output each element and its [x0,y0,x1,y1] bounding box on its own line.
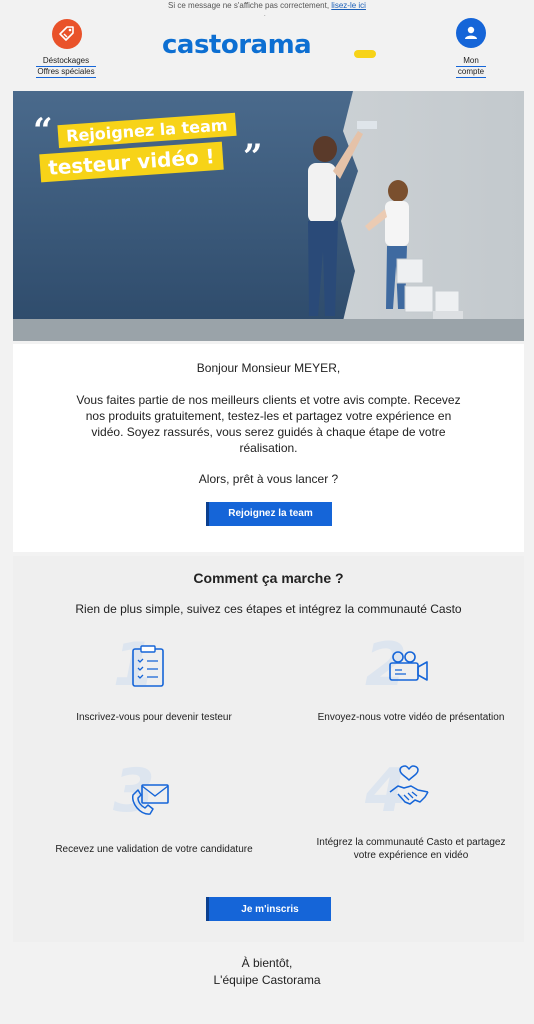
subscribe-button[interactable]: Je m'inscris [206,897,331,921]
destockages-link[interactable]: Déstockages [36,56,96,67]
compte-link[interactable]: compte [456,67,486,78]
how-it-works-section: Comment ça marche ? Rien de plus simple,… [13,556,524,942]
account-icon[interactable] [456,18,486,48]
header: Déstockages Offres spéciales castorama M… [0,12,534,88]
preheader-text: Si ce message ne s'affiche pas correctem… [168,1,330,10]
intro-question: Alors, prêt à vous lancer ? [198,472,339,486]
preheader: Si ce message ne s'affiche pas correctem… [0,0,534,11]
closing-line1: À bientôt, [241,956,293,970]
step-1-text: Inscrivez-vous pour devenir testeur [76,712,232,723]
how-title: Comment ça marche ? [193,570,344,586]
promo-tag-icon[interactable] [52,19,82,49]
video-camera-icon [389,651,428,681]
handshake-heart-icon [389,765,429,805]
phone-mail-icon [131,784,169,815]
mon-link[interactable]: Mon [456,56,486,67]
hero-banner[interactable]: “ Rejoignez la team testeur vidéo ! ” [13,91,524,341]
clipboard-icon [132,645,164,687]
intro-body: Vous faites partie de nos meilleurs clie… [76,393,461,455]
account-links: Mon compte [456,56,486,78]
how-subtitle: Rien de plus simple, suivez ces étapes e… [75,602,462,616]
step-3-text: Recevez une validation de votre candidat… [55,844,253,855]
hero-quote-close: ” [243,137,263,177]
join-team-button[interactable]: Rejoignez la team [206,502,332,526]
offres-speciales-link[interactable]: Offres spéciales [36,67,96,78]
closing-signature: À bientôt, L'équipe Castorama [0,955,534,989]
view-online-link[interactable]: lisez-le ici [331,1,366,10]
logo-accent-bar [354,50,376,58]
step-4-text: Intégrez la communauté Casto et partagez… [316,837,506,861]
step-2-text: Envoyez-nous votre vidéo de présentation [317,712,505,723]
promo-links: Déstockages Offres spéciales [36,56,96,78]
closing-line2: L'équipe Castorama [213,973,321,987]
intro-section: Bonjour Monsieur MEYER, Vous faites part… [13,344,524,552]
greeting: Bonjour Monsieur MEYER, [196,361,341,375]
castorama-logo[interactable]: castorama [162,30,312,60]
hero-quote-open: “ [33,111,53,151]
